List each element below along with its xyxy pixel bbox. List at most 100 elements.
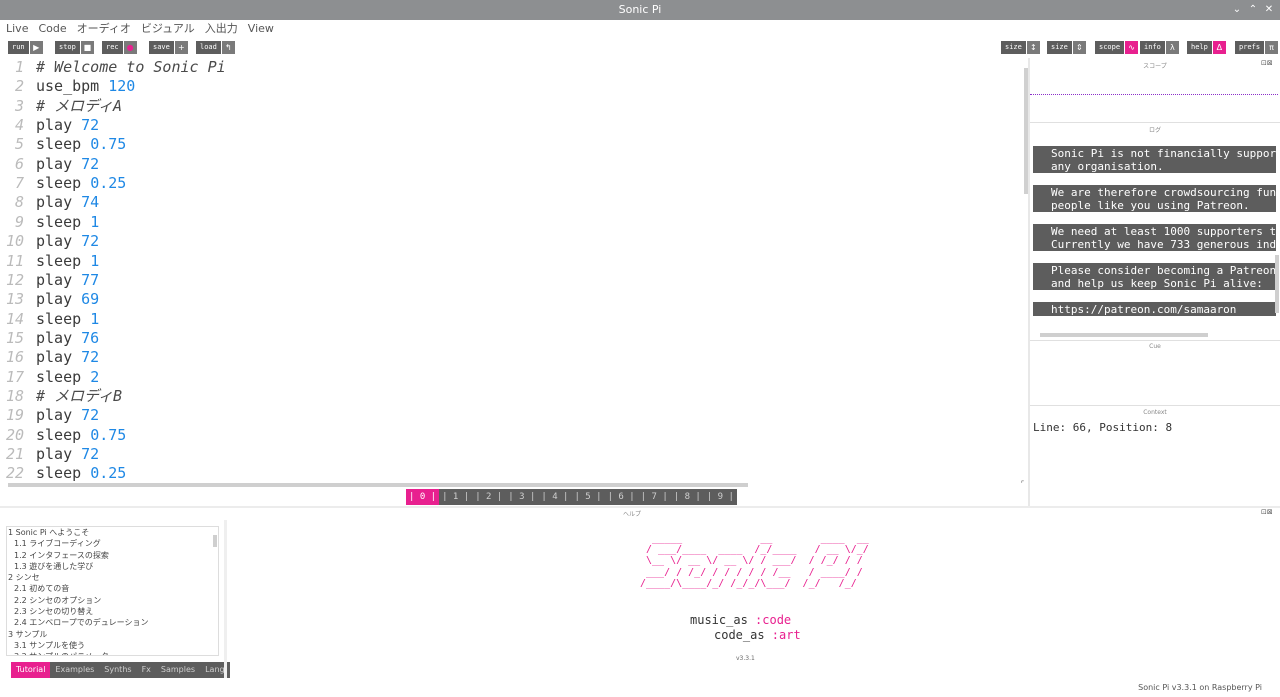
code-line[interactable]: 17 sleep 2 xyxy=(0,368,99,387)
help-float-close-icons[interactable]: ⊡⊠ xyxy=(1261,508,1273,516)
minimize-icon[interactable]: ⌄ xyxy=(1232,0,1242,20)
code-line[interactable]: 22 sleep 0.25 xyxy=(0,464,126,483)
help-tab-synths[interactable]: Synths xyxy=(99,662,136,678)
waveform-icon: ∿ xyxy=(1125,41,1139,54)
code-line[interactable]: 20 sleep 0.75 xyxy=(0,426,126,445)
float-close-icons[interactable]: ⊡⊠ xyxy=(1261,59,1273,67)
toc-item[interactable]: 3.2 サンプルのパラメータ xyxy=(7,651,218,655)
buffer-tab-5[interactable]: | 5 | xyxy=(571,489,604,505)
menu-audio[interactable]: オーディオ xyxy=(77,20,131,38)
buffer-tab-1[interactable]: | 1 | xyxy=(439,489,472,505)
toc-item[interactable]: 1 Sonic Pi へようこそ xyxy=(7,527,218,538)
buffer-tab-2[interactable]: | 2 | xyxy=(472,489,505,505)
code-keyword: play xyxy=(36,406,82,425)
code-line[interactable]: 15 play 76 xyxy=(0,329,99,348)
ascii-logo-line: /____/\____/_/ /_/_/\___/ /_/ /_/ xyxy=(640,577,857,589)
close-icon[interactable]: ✕ xyxy=(1264,0,1274,20)
scope-panel xyxy=(1030,70,1280,122)
code-text: # メロディA xyxy=(36,97,122,116)
buffer-tab-0[interactable]: | 0 | xyxy=(406,489,440,505)
delta-icon: Δ xyxy=(1212,41,1226,54)
text-size-button[interactable]: size ↕ xyxy=(1001,41,1040,54)
help-title: ヘルプ xyxy=(622,511,641,518)
buffer-tab-9[interactable]: | 9 | xyxy=(704,489,737,505)
pi-icon: π xyxy=(1265,41,1279,54)
scope-button[interactable]: scope ∿ xyxy=(1095,41,1139,54)
toc-item[interactable]: 2.4 エンベロープでのデュレーション xyxy=(7,617,218,628)
code-text: play 72 xyxy=(36,445,99,464)
status-bar: Sonic Pi v3.3.1 on Raspberry Pi xyxy=(1138,683,1262,692)
code-line[interactable]: 8 play 74 xyxy=(0,193,99,212)
help-tab-examples[interactable]: Examples xyxy=(50,662,99,678)
log-vertical-scrollbar[interactable] xyxy=(1275,255,1279,313)
code-text: play 69 xyxy=(36,290,99,309)
code-line[interactable]: 11 sleep 1 xyxy=(0,252,99,271)
toc-item[interactable]: 1.3 遊びを通した学び xyxy=(7,561,218,572)
code-number: 0.75 xyxy=(90,425,127,444)
code-line[interactable]: 7 sleep 0.25 xyxy=(0,174,126,193)
menu-code[interactable]: Code xyxy=(38,20,66,38)
rec-button[interactable]: rec ● xyxy=(102,41,137,54)
stop-button[interactable]: stop ■ xyxy=(55,41,94,54)
toc-item[interactable]: 1.1 ライブコーディング xyxy=(7,538,218,549)
help-tab-fx[interactable]: Fx xyxy=(137,662,156,678)
run-button[interactable]: run ▶ xyxy=(8,41,43,54)
code-line[interactable]: 19 play 72 xyxy=(0,406,99,425)
code-line[interactable]: 9 sleep 1 xyxy=(0,213,99,232)
toc-item[interactable]: 1.2 インタフェースの探索 xyxy=(7,550,218,561)
code-text: sleep 0.75 xyxy=(36,426,126,445)
code-line[interactable]: 3 # メロディA xyxy=(0,97,122,116)
buffer-tab-3[interactable]: | 3 | xyxy=(505,489,538,505)
toc-item[interactable]: 2.2 シンセのオプション xyxy=(7,595,218,606)
code-line[interactable]: 5 sleep 0.75 xyxy=(0,135,126,154)
save-button[interactable]: save + xyxy=(149,41,188,54)
code-line[interactable]: 16 play 72 xyxy=(0,348,99,367)
buffer-tab-4[interactable]: | 4 | xyxy=(538,489,571,505)
toc-item[interactable]: 2 シンセ xyxy=(7,572,218,583)
code-line[interactable]: 13 play 69 xyxy=(0,290,99,309)
size-label: size xyxy=(1001,41,1026,54)
code-text: sleep 2 xyxy=(36,368,99,387)
buffer-tab-6[interactable]: | 6 | xyxy=(605,489,638,505)
info-button[interactable]: info λ xyxy=(1140,41,1179,54)
code-line[interactable]: 6 play 72 xyxy=(0,155,99,174)
button-size-button[interactable]: size ⇕ xyxy=(1047,41,1086,54)
help-tab-samples[interactable]: Samples xyxy=(156,662,200,678)
load-button[interactable]: load ↰ xyxy=(196,41,235,54)
code-line[interactable]: 14 sleep 1 xyxy=(0,310,99,329)
editor-horizontal-scrollbar[interactable] xyxy=(8,483,748,487)
menu-io[interactable]: 入出力 xyxy=(205,20,238,38)
toc-scrollbar[interactable] xyxy=(213,535,217,547)
code-line[interactable]: 21 play 72 xyxy=(0,445,99,464)
menu-view[interactable]: View xyxy=(248,20,274,38)
log-horizontal-scrollbar[interactable] xyxy=(1040,333,1208,337)
buffer-tab-7[interactable]: | 7 | xyxy=(638,489,671,505)
code-line[interactable]: 4 play 72 xyxy=(0,116,99,135)
menu-live[interactable]: Live xyxy=(6,20,28,38)
log-message: Please consider becoming a Patreon and h… xyxy=(1033,263,1276,290)
log-message: We are therefore crowdsourcing fund peop… xyxy=(1033,185,1276,212)
help-splitter[interactable] xyxy=(224,520,227,678)
buffer-tab-8[interactable]: | 8 | xyxy=(671,489,704,505)
toc-item[interactable]: 3 サンプル xyxy=(7,629,218,640)
code-editor[interactable]: 1 # Welcome to Sonic Pi 2 use_bpm 120 3 # メロデ… xyxy=(0,58,1028,484)
code-line[interactable]: 10 play 72 xyxy=(0,232,99,251)
menu-visual[interactable]: ビジュアル xyxy=(141,20,195,38)
help-tab-tutorial[interactable]: Tutorial xyxy=(11,662,51,678)
code-line[interactable]: 12 play 77 xyxy=(0,271,99,290)
code-line[interactable]: 1 # Welcome to Sonic Pi xyxy=(0,58,226,77)
prefs-button[interactable]: prefs π xyxy=(1235,41,1279,54)
toc-item[interactable]: 2.3 シンセの切り替え xyxy=(7,606,218,617)
toc-item[interactable]: 3.1 サンプルを使う xyxy=(7,640,218,651)
play-icon: ▶ xyxy=(29,41,43,54)
toc-item[interactable]: 2.1 初めての音 xyxy=(7,583,218,594)
help-button[interactable]: help Δ xyxy=(1187,41,1226,54)
code-keyword: play xyxy=(36,232,82,251)
code-line[interactable]: 2 use_bpm 120 xyxy=(0,77,135,96)
code-keyword: sleep xyxy=(36,425,91,444)
maximize-icon[interactable]: ⌃ xyxy=(1248,0,1258,20)
help-divider[interactable] xyxy=(0,506,1280,508)
code-number: 0.75 xyxy=(90,135,127,154)
motto-line-1: music_as :code xyxy=(690,613,791,627)
code-line[interactable]: 18 # メロディB xyxy=(0,387,122,406)
